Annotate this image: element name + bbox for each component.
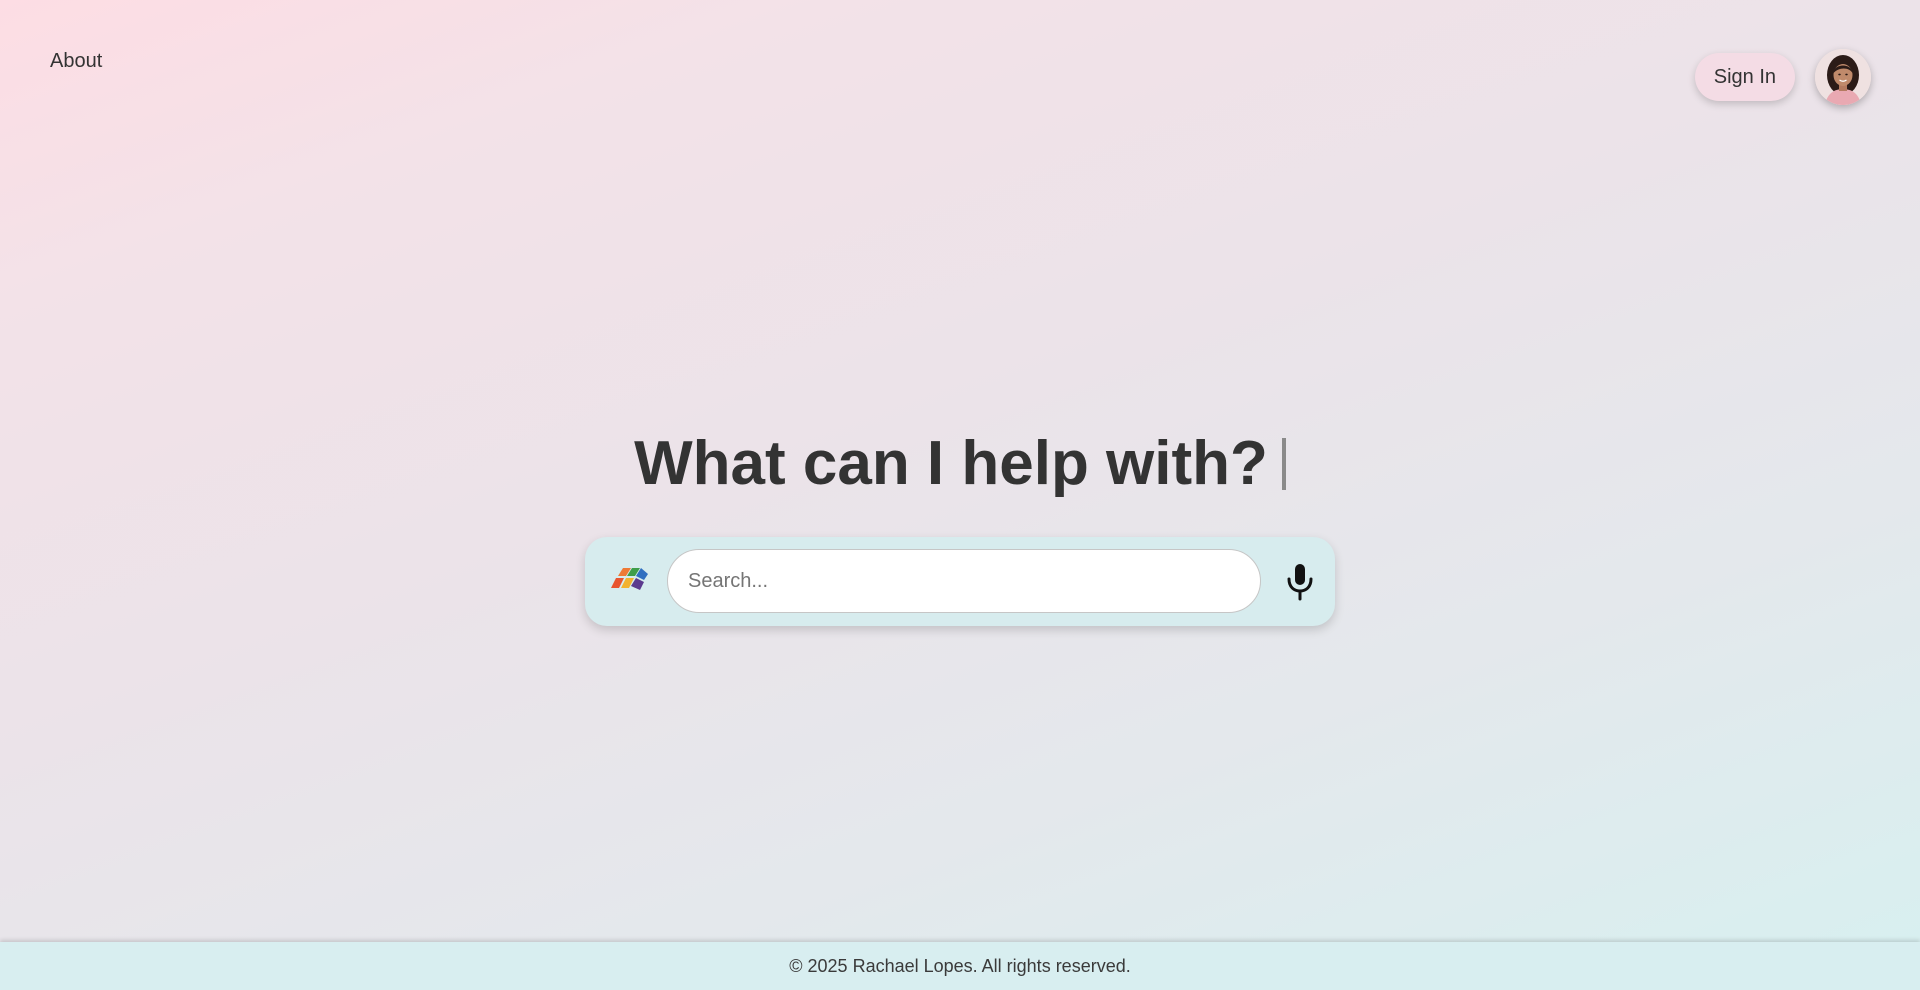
about-link[interactable]: About [50,50,102,73]
hero-title-text: What can I help with? [634,429,1268,498]
copyright-text: © 2025 Rachael Lopes. All rights reserve… [789,956,1131,976]
footer: © 2025 Rachael Lopes. All rights reserve… [0,942,1920,990]
header-actions: Sign In [1694,49,1871,105]
microphone-icon [1287,564,1313,601]
avatar[interactable] [1815,49,1871,105]
multicolor-logo-icon[interactable] [610,566,648,596]
sign-in-button[interactable]: Sign In [1694,53,1795,101]
user-avatar-icon [1815,49,1871,105]
search-bar [585,537,1335,626]
hero-heading: What can I help with? [0,424,1920,504]
typing-caret [1281,438,1286,490]
microphone-button[interactable] [1280,561,1320,603]
search-input[interactable] [667,549,1261,613]
